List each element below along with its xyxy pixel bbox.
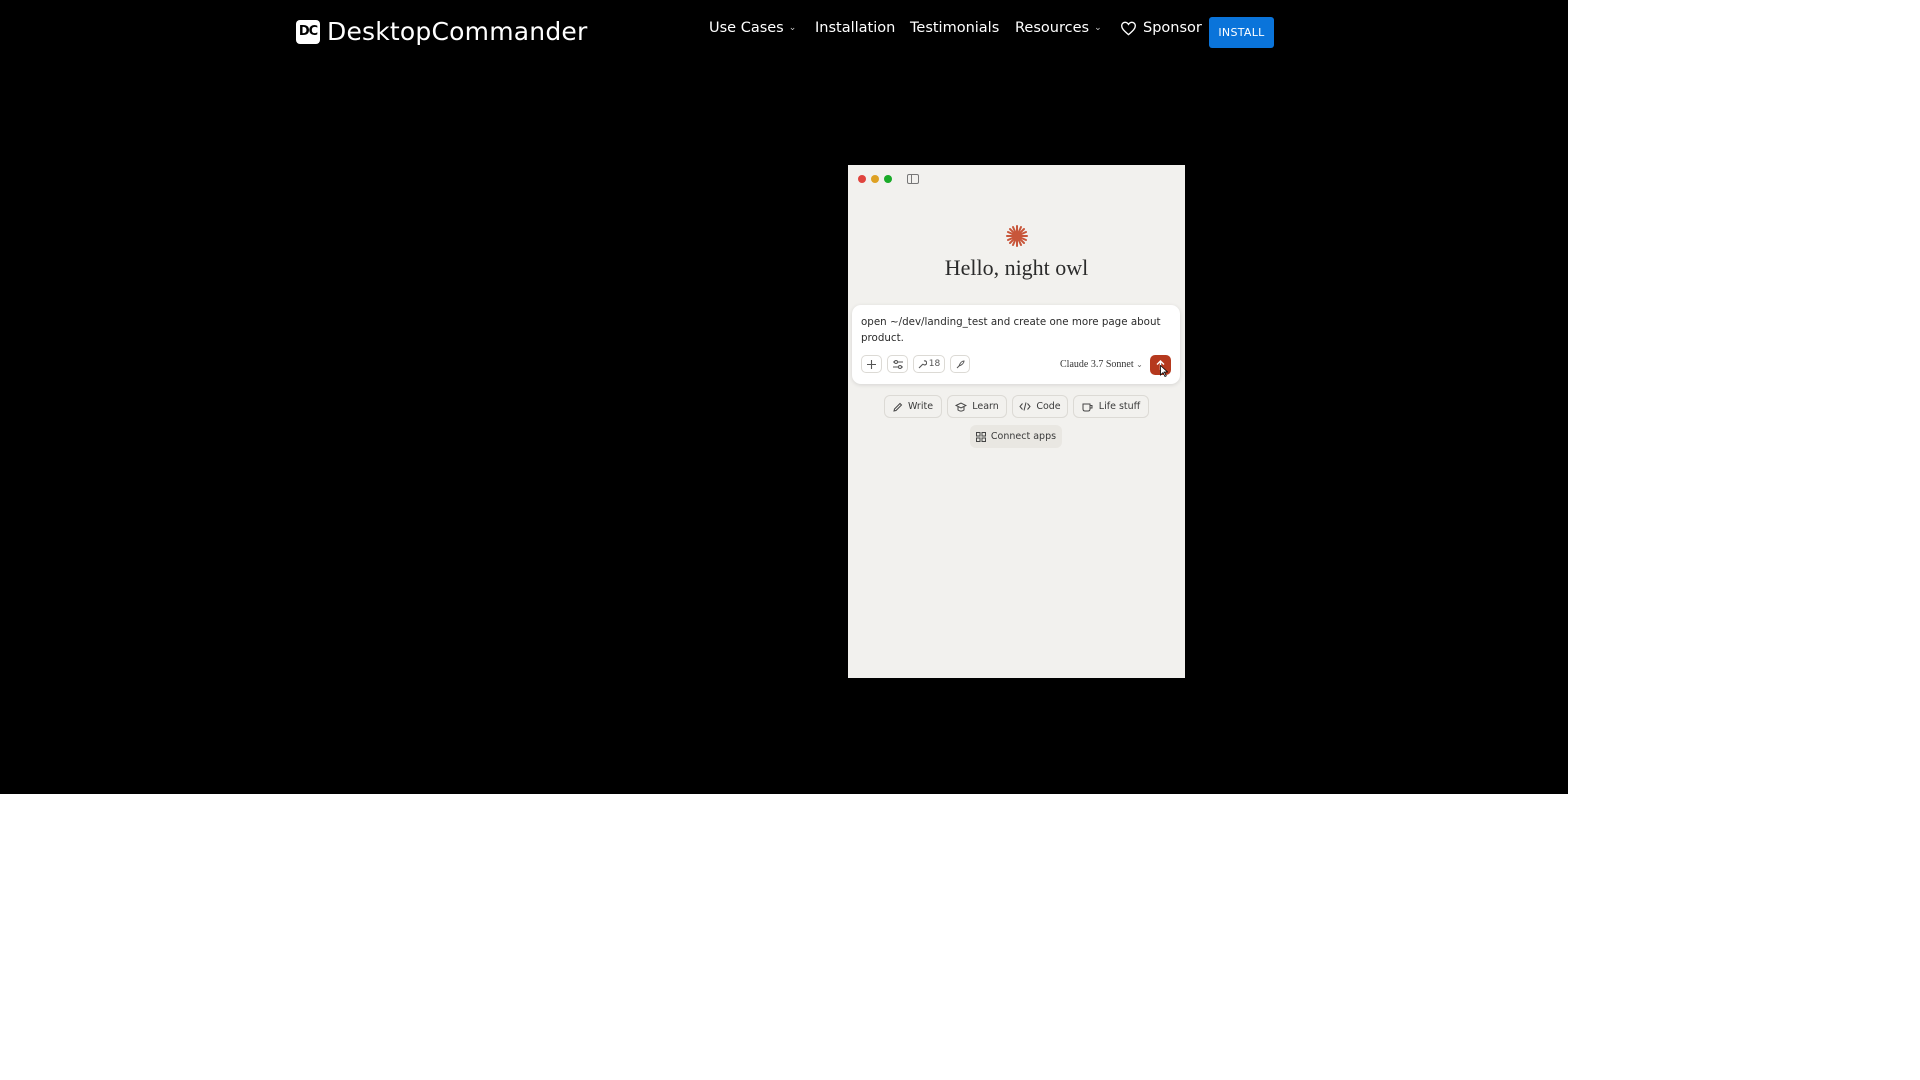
- wrench-icon: [918, 359, 927, 368]
- chip-write[interactable]: Write: [884, 395, 942, 418]
- prompt-text[interactable]: open ~/dev/landing_test and create one m…: [861, 315, 1161, 346]
- pencil-icon: [893, 402, 903, 412]
- maximize-window-dot[interactable]: [884, 175, 892, 183]
- add-attachment-button[interactable]: [861, 355, 882, 373]
- nav-item-sponsor[interactable]: Sponsor: [1120, 20, 1202, 36]
- claude-app-demo-window: Hello, night owl open ~/dev/landing_test…: [848, 165, 1185, 678]
- install-button[interactable]: INSTALL: [1209, 17, 1274, 48]
- nav-item-installation[interactable]: Installation: [815, 20, 895, 36]
- integrations-button[interactable]: [950, 355, 970, 373]
- chip-label: Code: [1036, 401, 1061, 412]
- settings-sliders-button[interactable]: [887, 355, 908, 373]
- chip-label: Write: [907, 401, 934, 412]
- chat-input-card[interactable]: open ~/dev/landing_test and create one m…: [852, 305, 1180, 384]
- hero-section: DC DesktopCommander Use Cases ⌄ Installat…: [0, 0, 1568, 794]
- chevron-down-icon: ⌄: [1136, 360, 1143, 369]
- chip-label: Life stuff: [1098, 401, 1141, 412]
- nav-label: Use Cases: [709, 20, 784, 36]
- claude-asterisk-icon: [1006, 225, 1028, 247]
- chip-label: Connect apps: [990, 431, 1057, 442]
- close-window-dot[interactable]: [858, 175, 866, 183]
- sliders-icon: [892, 359, 903, 369]
- nav-item-testimonials[interactable]: Testimonials: [910, 20, 999, 36]
- nav-label: Sponsor: [1143, 20, 1202, 36]
- nav-label: Installation: [815, 20, 896, 36]
- nav-item-use-cases[interactable]: Use Cases ⌄: [709, 20, 796, 36]
- graduation-cap-icon: [955, 401, 968, 412]
- tools-count-button[interactable]: 18: [913, 355, 945, 373]
- nav-label: Testimonials: [910, 20, 1000, 36]
- dc-logo-icon: DC: [296, 19, 320, 44]
- model-name: Claude 3.7 Sonnet: [1060, 359, 1134, 370]
- rocket-icon: [956, 359, 965, 368]
- chevron-down-icon: ⌄: [788, 23, 797, 33]
- chevron-down-icon: ⌄: [1094, 23, 1102, 33]
- chip-label: Learn: [972, 401, 999, 412]
- nav-item-resources[interactable]: Resources ⌄: [1015, 20, 1102, 36]
- chip-life-stuff[interactable]: Life stuff: [1073, 395, 1149, 418]
- chip-connect-apps[interactable]: Connect apps: [970, 425, 1062, 448]
- top-navigation: DC DesktopCommander Use Cases ⌄ Installat…: [0, 0, 1568, 64]
- minimize-window-dot[interactable]: [871, 175, 879, 183]
- plus-icon: [867, 359, 876, 369]
- sidebar-toggle-icon[interactable]: [907, 174, 919, 184]
- tools-count: 18: [928, 359, 941, 369]
- model-selector[interactable]: Claude 3.7 Sonnet ⌄: [1060, 359, 1143, 370]
- nav-label: Resources: [1015, 20, 1090, 36]
- heart-icon: [1120, 21, 1137, 36]
- coffee-cup-icon: [1082, 403, 1093, 411]
- greeting-heading: Hello, night owl: [944, 255, 1089, 280]
- mouse-cursor-icon: [1160, 365, 1168, 377]
- grid-icon: [975, 431, 986, 442]
- brand-logo[interactable]: DC DesktopCommander: [296, 17, 587, 46]
- chip-learn[interactable]: Learn: [947, 395, 1007, 418]
- code-icon: [1019, 402, 1031, 411]
- chip-code[interactable]: Code: [1012, 395, 1068, 418]
- brand-name: DesktopCommander: [327, 17, 588, 46]
